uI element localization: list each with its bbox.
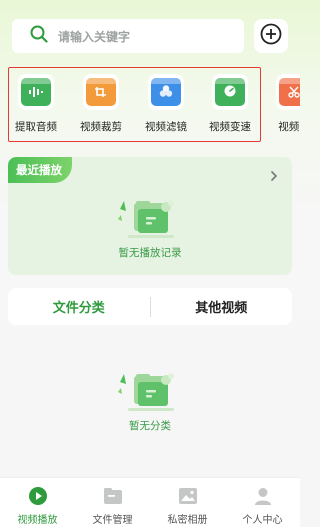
- nav-file-manage[interactable]: 文件管理: [75, 478, 150, 527]
- nav-label: 视频播放: [17, 515, 58, 526]
- person-icon: [252, 485, 274, 507]
- recent-playback-title: 最近播放: [8, 157, 72, 183]
- file-tabs: 文件分类 其他视频: [8, 288, 292, 325]
- tool-video-cut[interactable]: 视频剪: [262, 74, 300, 134]
- play-icon: [27, 485, 49, 507]
- empty-folder-icon: [114, 197, 186, 245]
- tool-label: 视频剪: [278, 121, 300, 133]
- highlight-frame: [8, 67, 261, 142]
- recent-empty-text: 暂无播放记录: [118, 247, 182, 259]
- top-bar: 请输入关键字: [12, 18, 288, 54]
- tab-file-category[interactable]: 文件分类: [8, 297, 150, 316]
- chevron-right-icon[interactable]: [270, 170, 278, 186]
- image-icon: [177, 485, 199, 507]
- cut-icon: [287, 83, 300, 102]
- nav-video-play[interactable]: 视频播放: [0, 478, 75, 527]
- tab-other-videos[interactable]: 其他视频: [151, 297, 293, 316]
- add-button[interactable]: [254, 19, 288, 53]
- nav-private-album[interactable]: 私密相册: [150, 478, 225, 527]
- category-empty-text: 暂无分类: [129, 420, 171, 432]
- plus-circle-icon: [260, 23, 282, 49]
- empty-folder-icon: [114, 370, 186, 418]
- nav-personal-center[interactable]: 个人中心: [225, 478, 300, 527]
- nav-label: 文件管理: [92, 515, 133, 526]
- search-input[interactable]: 请输入关键字: [12, 19, 244, 53]
- nav-label: 个人中心: [242, 515, 283, 526]
- search-icon: [30, 25, 48, 47]
- folder-icon: [102, 485, 124, 507]
- nav-label: 私密相册: [167, 515, 208, 526]
- search-placeholder: 请输入关键字: [58, 29, 131, 44]
- category-empty-area: 暂无分类: [8, 338, 292, 438]
- recent-playback-card[interactable]: 最近播放 暂无播放记录: [8, 157, 292, 275]
- bottom-nav: 视频播放 文件管理 私密相册 个人中心: [0, 477, 300, 527]
